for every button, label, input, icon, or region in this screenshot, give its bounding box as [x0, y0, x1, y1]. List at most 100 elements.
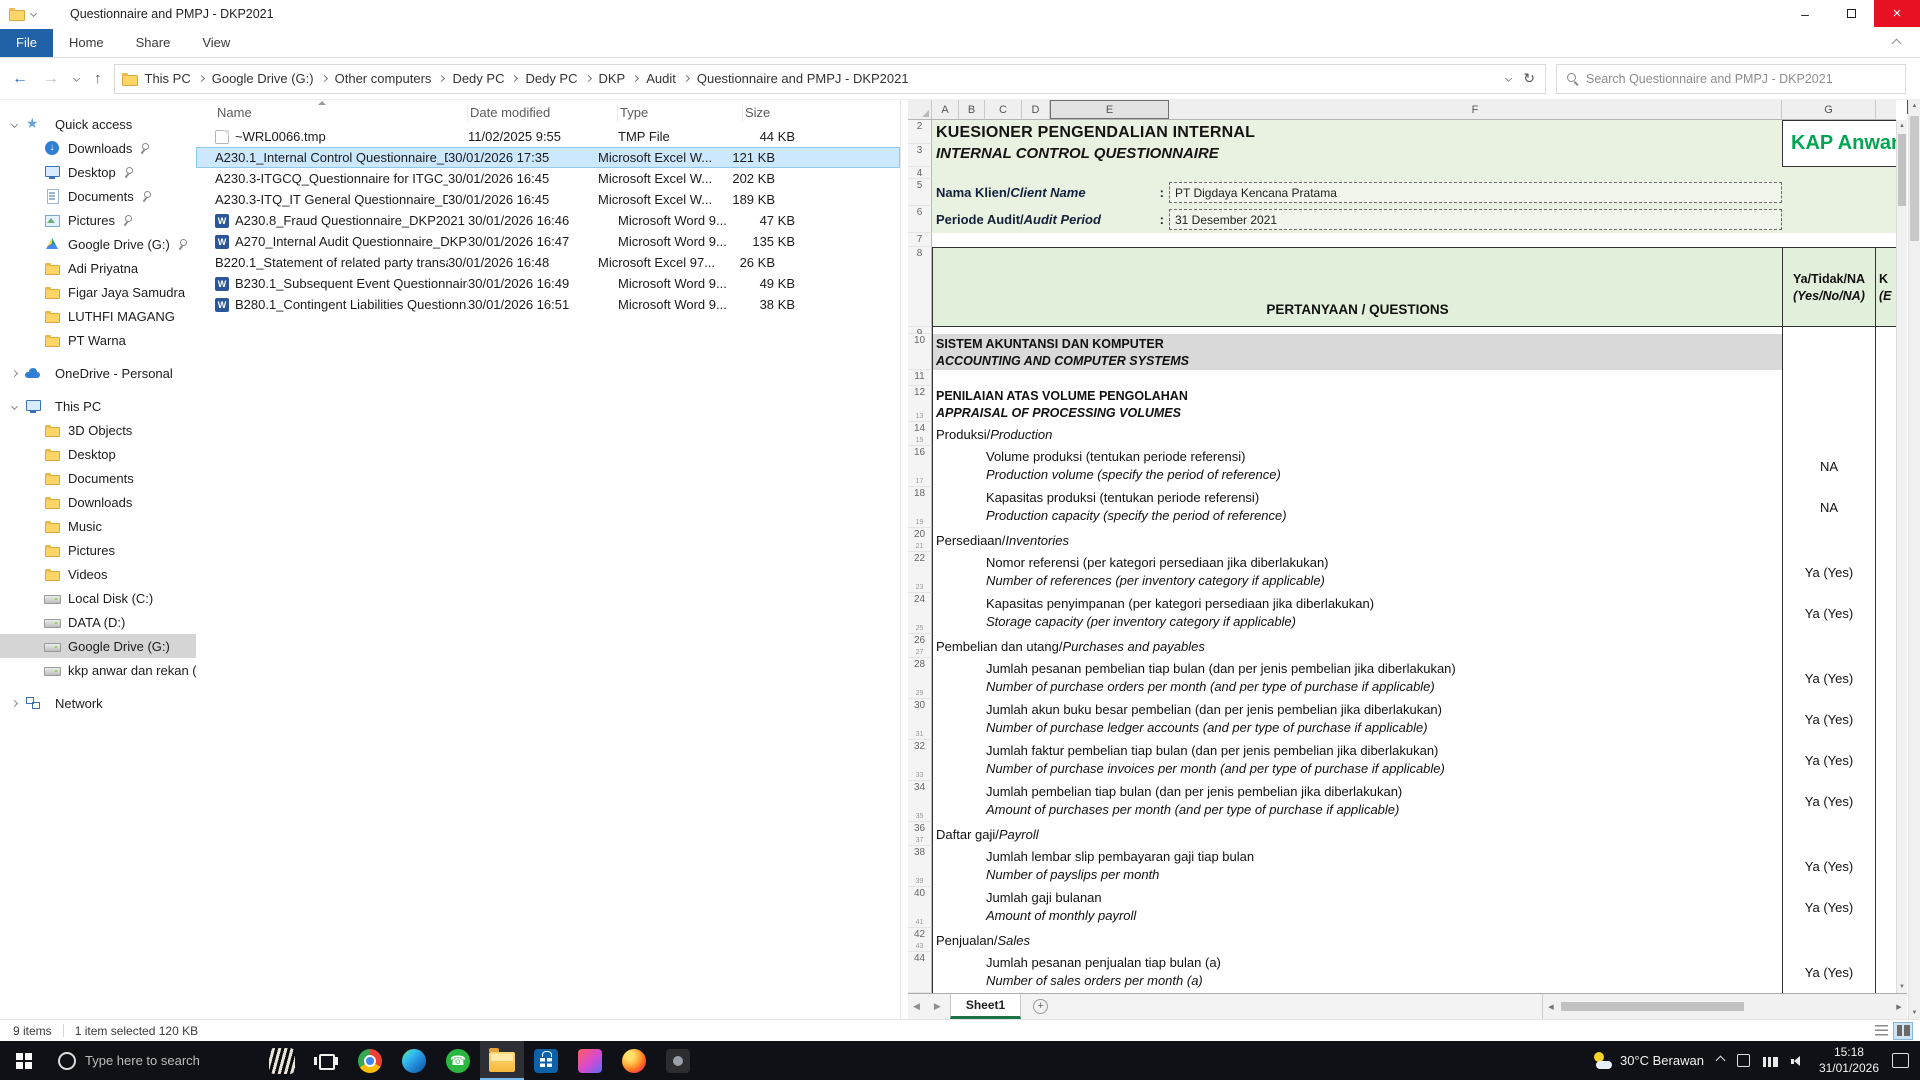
question-cell[interactable]: Persediaan/Inventories	[932, 528, 1782, 552]
sidebar-item-pictures[interactable]: Pictures	[0, 208, 196, 232]
answer-cell[interactable]	[1782, 386, 1876, 422]
answer-cell[interactable]: Ya (Yes)	[1782, 846, 1876, 887]
firefox-taskbar-button[interactable]	[612, 1041, 656, 1080]
answer-cell[interactable]: Ya (Yes)	[1782, 699, 1876, 740]
search-box[interactable]	[1556, 64, 1906, 94]
question-cell[interactable]: Pembelian dan utang/Purchases and payabl…	[932, 634, 1782, 658]
weather-widget[interactable]: 30°C Berawan	[1591, 1052, 1704, 1070]
file-row[interactable]: WB280.1_Contingent Liabilities Questionn…	[196, 294, 900, 315]
answer-cell[interactable]: Ya (Yes)	[1782, 781, 1876, 822]
file-explorer-app-icon[interactable]	[9, 7, 25, 20]
sidebar-item-google-drive-g[interactable]: Google Drive (G:)	[0, 232, 196, 256]
sidebar-item-downloads[interactable]: Downloads	[0, 490, 196, 514]
tray-app-icon[interactable]	[1737, 1054, 1750, 1067]
question-cell[interactable]: Jumlah pesanan pembelian tiap bulan (dan…	[932, 658, 1782, 699]
scrollbar-thumb[interactable]	[1910, 116, 1919, 241]
column-header-c[interactable]: C	[985, 100, 1022, 119]
column-header-e[interactable]: E	[1050, 100, 1169, 119]
column-header-d[interactable]: D	[1022, 100, 1050, 119]
scroll-up-icon[interactable]: ▲	[1897, 120, 1907, 132]
question-cell[interactable]: Produksi/Production	[932, 422, 1782, 446]
column-header-g[interactable]: G	[1782, 100, 1876, 119]
question-cell[interactable]: Volume produksi (tentukan periode refere…	[932, 446, 1782, 487]
maximize-button[interactable]	[1828, 0, 1874, 27]
question-cell[interactable]: Jumlah pembelian tiap bulan (dan per jen…	[932, 781, 1782, 822]
clock[interactable]: 15:18 31/01/2026	[1819, 1045, 1879, 1076]
question-cell[interactable]: Penjualan/Sales	[932, 928, 1782, 952]
tab-file[interactable]: File	[0, 29, 53, 57]
question-cell[interactable]: Nomor referensi (per kategori persediaan…	[932, 552, 1782, 593]
answer-cell[interactable]: Ya (Yes)	[1782, 658, 1876, 699]
preview-pane-scrollbar[interactable]: ▲ ▼	[1908, 100, 1920, 1019]
file-row[interactable]: XA230.1_Internal Control Questionnaire_D…	[196, 147, 900, 168]
answer-cell[interactable]: Ya (Yes)	[1782, 887, 1876, 928]
column-header-a[interactable]: A	[932, 100, 959, 119]
file-row[interactable]: XA230.3-ITQ_IT General Questionnaire_DK.…	[196, 189, 900, 210]
scrollbar-track[interactable]	[1559, 1002, 1891, 1011]
sidebar-item-documents[interactable]: Documents	[0, 184, 196, 208]
sidebar-item-desktop[interactable]: Desktop	[0, 160, 196, 184]
edge-taskbar-button[interactable]	[392, 1041, 436, 1080]
photos-taskbar-button[interactable]	[568, 1041, 612, 1080]
breadcrumb-segment-google-drive-g[interactable]: Google Drive (G:)	[205, 65, 321, 93]
close-button[interactable]: ×	[1874, 0, 1920, 27]
store-taskbar-button[interactable]	[524, 1041, 568, 1080]
answer-header-cell[interactable]: Ya/Tidak/NA(Yes/No/NA)	[1782, 247, 1876, 327]
chevron-right-icon[interactable]	[11, 369, 18, 376]
field-value-cell[interactable]: 31 Desember 2021	[1169, 209, 1782, 230]
volume-icon[interactable]	[1791, 1054, 1806, 1068]
sidebar-section-network[interactable]: Network	[0, 691, 196, 715]
sidebar-item-adi-priyatna[interactable]: Adi Priyatna	[0, 256, 196, 280]
address-dropdown-chevron-icon[interactable]	[1505, 75, 1512, 82]
sidebar-item-music[interactable]: Music	[0, 514, 196, 538]
file-explorer-taskbar-button[interactable]	[480, 1041, 524, 1080]
column-header-name[interactable]: Name	[215, 105, 468, 121]
column-header-size[interactable]: Size	[743, 105, 797, 121]
tab-home[interactable]: Home	[53, 29, 120, 57]
recent-locations-chevron-icon[interactable]	[73, 75, 80, 82]
breadcrumb-segment-questionnaire-and-pmpj-dkp2021[interactable]: Questionnaire and PMPJ - DKP2021	[690, 65, 916, 93]
question-cell[interactable]: Jumlah lembar slip pembayaran gaji tiap …	[932, 846, 1782, 887]
sidebar-item-downloads[interactable]: Downloads	[0, 136, 196, 160]
answer-cell[interactable]	[1782, 634, 1876, 658]
sidebar-item-data-d[interactable]: DATA (D:)	[0, 610, 196, 634]
column-header-f[interactable]: F	[1169, 100, 1782, 119]
spreadsheet-horizontal-scrollbar[interactable]: ◀ ▶	[1542, 994, 1907, 1019]
scroll-down-icon[interactable]: ▼	[1909, 1007, 1920, 1019]
column-header-type[interactable]: Type	[618, 105, 743, 121]
sidebar-item-luthfi-magang[interactable]: LUTHFI MAGANG	[0, 304, 196, 328]
breadcrumb-segment-dkp[interactable]: DKP	[592, 65, 633, 93]
sheet-nav-left-icon[interactable]: ◀	[908, 1001, 929, 1012]
quick-access-toolbar-chevron-icon[interactable]	[30, 10, 37, 17]
chevron-down-icon[interactable]	[11, 120, 18, 127]
sidebar-item-documents[interactable]: Documents	[0, 466, 196, 490]
scrollbar-thumb[interactable]	[1898, 134, 1906, 206]
dark-app-taskbar-button[interactable]	[656, 1041, 700, 1080]
pane-divider[interactable]	[900, 100, 901, 1019]
chrome-taskbar-button[interactable]	[348, 1041, 392, 1080]
questions-header-cell[interactable]: PERTANYAAN / QUESTIONS	[932, 247, 1782, 327]
question-cell[interactable]: Daftar gaji/Payroll	[932, 822, 1782, 846]
large-icons-view-button[interactable]	[1894, 1023, 1912, 1039]
notification-center-icon[interactable]	[1892, 1053, 1909, 1068]
question-cell[interactable]: Kapasitas penyimpanan (per kategori pers…	[932, 593, 1782, 634]
details-view-button[interactable]	[1872, 1023, 1890, 1039]
start-button[interactable]	[0, 1041, 48, 1080]
sidebar-item-videos[interactable]: Videos	[0, 562, 196, 586]
answer-cell[interactable]: NA	[1782, 446, 1876, 487]
breadcrumb-segment-other-computers[interactable]: Other computers	[328, 65, 439, 93]
file-row[interactable]: WA230.8_Fraud Questionnaire_DKP202130/01…	[196, 210, 900, 231]
forward-button[interactable]: →	[43, 70, 59, 88]
field-value-cell[interactable]: PT Digdaya Kencana Pratama	[1169, 182, 1782, 203]
answer-cell[interactable]	[1782, 928, 1876, 952]
answer-cell[interactable]: Ya (Yes)	[1782, 952, 1876, 993]
file-row[interactable]: XB220.1_Statement of related party trans…	[196, 252, 900, 273]
question-cell[interactable]: PENILAIAN ATAS VOLUME PENGOLAHANAPPRAISA…	[932, 386, 1782, 422]
sidebar-item-kkp-anwar-dan-rekan-1[interactable]: kkp anwar dan rekan (\\1	[0, 658, 196, 682]
answer-cell[interactable]	[1782, 370, 1876, 386]
refresh-icon[interactable]: ↻	[1523, 70, 1535, 87]
sidebar-section-quick-access[interactable]: Quick access	[0, 112, 196, 136]
question-cell[interactable]: Jumlah pesanan penjualan tiap bulan (a)N…	[932, 952, 1782, 993]
scroll-up-icon[interactable]: ▲	[1909, 100, 1920, 112]
chevron-right-icon[interactable]	[11, 699, 18, 706]
